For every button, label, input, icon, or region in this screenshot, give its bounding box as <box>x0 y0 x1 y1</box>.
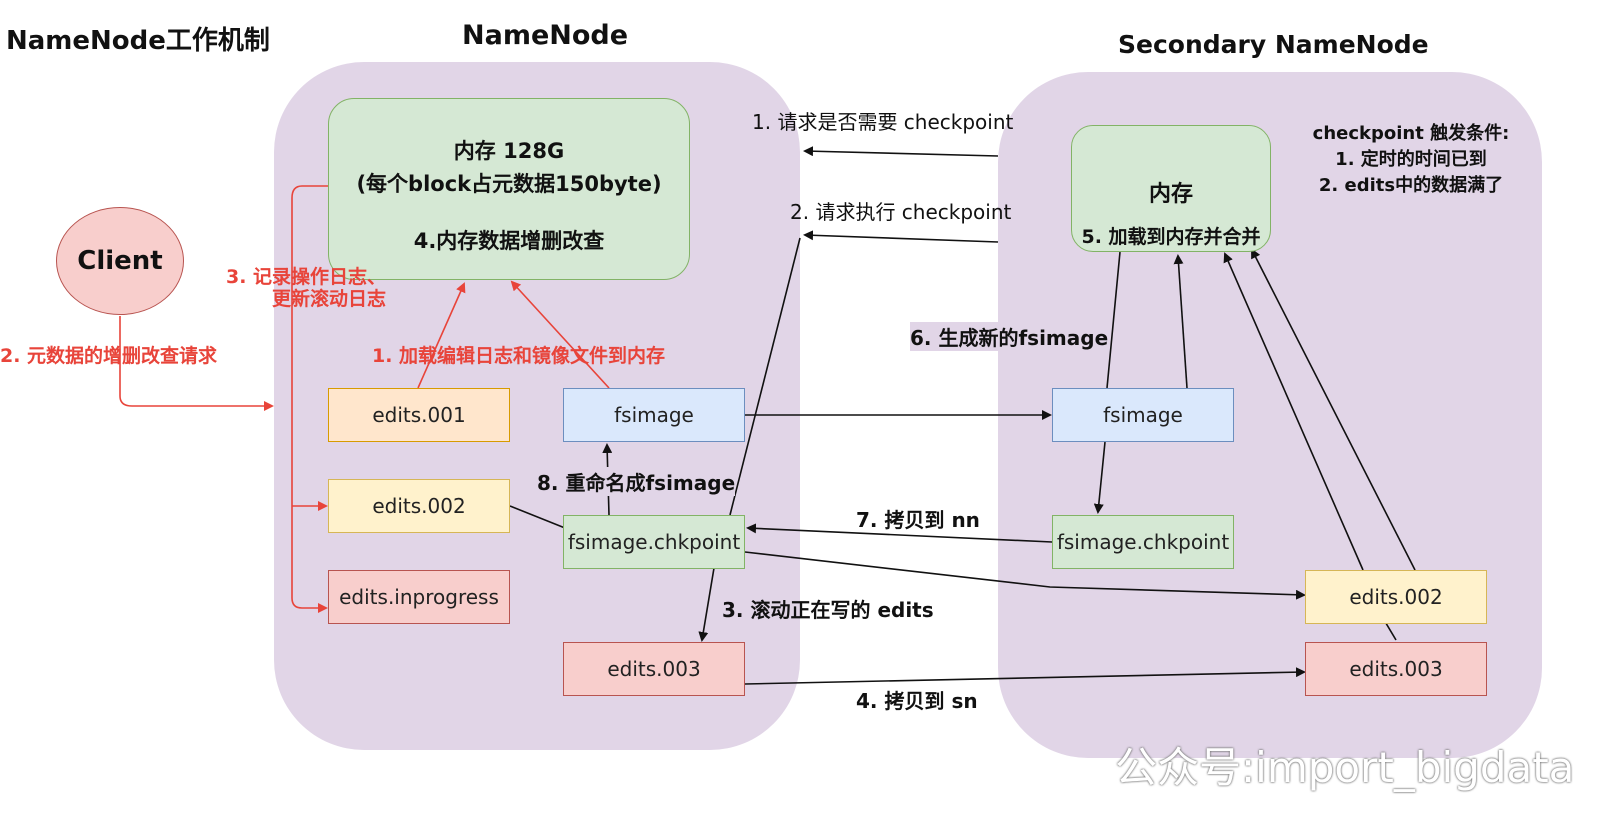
secondary-namenode-title: Secondary NameNode <box>1118 30 1429 59</box>
watermark: 公众号:import_bigdata <box>1115 743 1575 792</box>
nn-edits-001: edits.001 <box>328 388 510 442</box>
sn-edits-003: edits.003 <box>1305 642 1487 696</box>
arrow-load-edits001 <box>417 282 466 389</box>
arrow-roll-edits <box>698 567 715 642</box>
nn-fsimage-chkpoint: fsimage.chkpoint <box>563 515 745 569</box>
nn-edits-003: edits.003 <box>563 642 745 696</box>
label-load-to-memory: 1. 加载编辑日志和镜像文件到内存 <box>372 345 666 367</box>
diagram-canvas: NameNode工作机制 NameNode Secondary NameNode… <box>0 0 1618 816</box>
sn-memory-title: 内存 <box>1148 182 1193 207</box>
namenode-memory: 内存 128G (每个block占元数据150byte) 4.内存数据增删改查 <box>328 98 690 280</box>
nn-edits-002: edits.002 <box>328 479 510 533</box>
arrow-sn-mem-to-sn-fsimage <box>1106 251 1121 389</box>
memory-note: (每个block占元数据150byte) <box>356 172 662 196</box>
arrow-sn-edits002-to-mem <box>1223 252 1364 571</box>
sn-edits-002: edits.002 <box>1305 570 1487 624</box>
page-title: NameNode工作机制 <box>6 26 270 56</box>
namenode-title: NameNode <box>462 20 629 51</box>
nn-fsimage: fsimage <box>563 388 745 442</box>
label-client-request: 2. 元数据的增删改查请求 <box>0 345 218 367</box>
trigger-timer: 1. 定时的时间已到 <box>1335 149 1487 170</box>
memory-crud: 4.内存数据增删改查 <box>413 229 605 253</box>
label-record-log-line2: 更新滚动日志 <box>272 288 387 310</box>
memory-size: 内存 128G <box>453 139 565 163</box>
label-copy-to-sn: 4. 拷贝到 sn <box>856 689 978 713</box>
arrow-request-checkpoint <box>803 146 999 157</box>
sn-fsimage: fsimage <box>1052 388 1234 442</box>
sn-memory-merge: 5. 加载到内存并合并 <box>1081 226 1261 248</box>
sn-memory: 内存 5. 加载到内存并合并 <box>1071 125 1271 252</box>
trigger-edits-full: 2. edits中的数据满了 <box>1318 175 1504 196</box>
arrow-edits002-line <box>509 505 566 529</box>
client-label: Client <box>77 246 163 276</box>
arrow-sn-edits003-to-mem-2 <box>1251 248 1416 571</box>
sn-fsimage-chkpoint: fsimage.chkpoint <box>1052 515 1234 569</box>
label-record-log: 3. 记录操作日志、 更新滚动日志 <box>226 266 386 310</box>
arrow-exec-to-chkpoint <box>729 237 801 516</box>
label-copy-to-nn: 7. 拷贝到 nn <box>856 508 980 532</box>
client-node: Client <box>56 207 184 315</box>
label-gen-fsimage: 6. 生成新的fsimage <box>910 322 1109 351</box>
arrow-load-fsimage <box>510 280 610 389</box>
trigger-title: checkpoint 触发条件: <box>1312 123 1510 144</box>
arrow-record-log <box>291 185 328 613</box>
label-exec-checkpoint: 2. 请求执行 checkpoint <box>790 200 1012 224</box>
nn-edits-inprogress: edits.inprogress <box>328 570 510 624</box>
checkpoint-trigger: checkpoint 触发条件: 1. 定时的时间已到 2. edits中的数据… <box>1296 121 1526 199</box>
arrow-exec-checkpoint <box>803 230 999 243</box>
label-record-log-line1: 3. 记录操作日志、 <box>226 266 387 288</box>
arrow-sn-fsimage-to-mem <box>1173 254 1188 389</box>
label-roll-edits: 3. 滚动正在写的 edits <box>722 598 934 622</box>
label-request-checkpoint: 1. 请求是否需要 checkpoint <box>752 110 1014 134</box>
arrow-sn-fsimage-to-chkpoint <box>1093 441 1106 514</box>
arrow-copy-to-sn <box>744 667 1306 685</box>
label-rename: 8. 重命名成fsimage <box>537 467 736 496</box>
